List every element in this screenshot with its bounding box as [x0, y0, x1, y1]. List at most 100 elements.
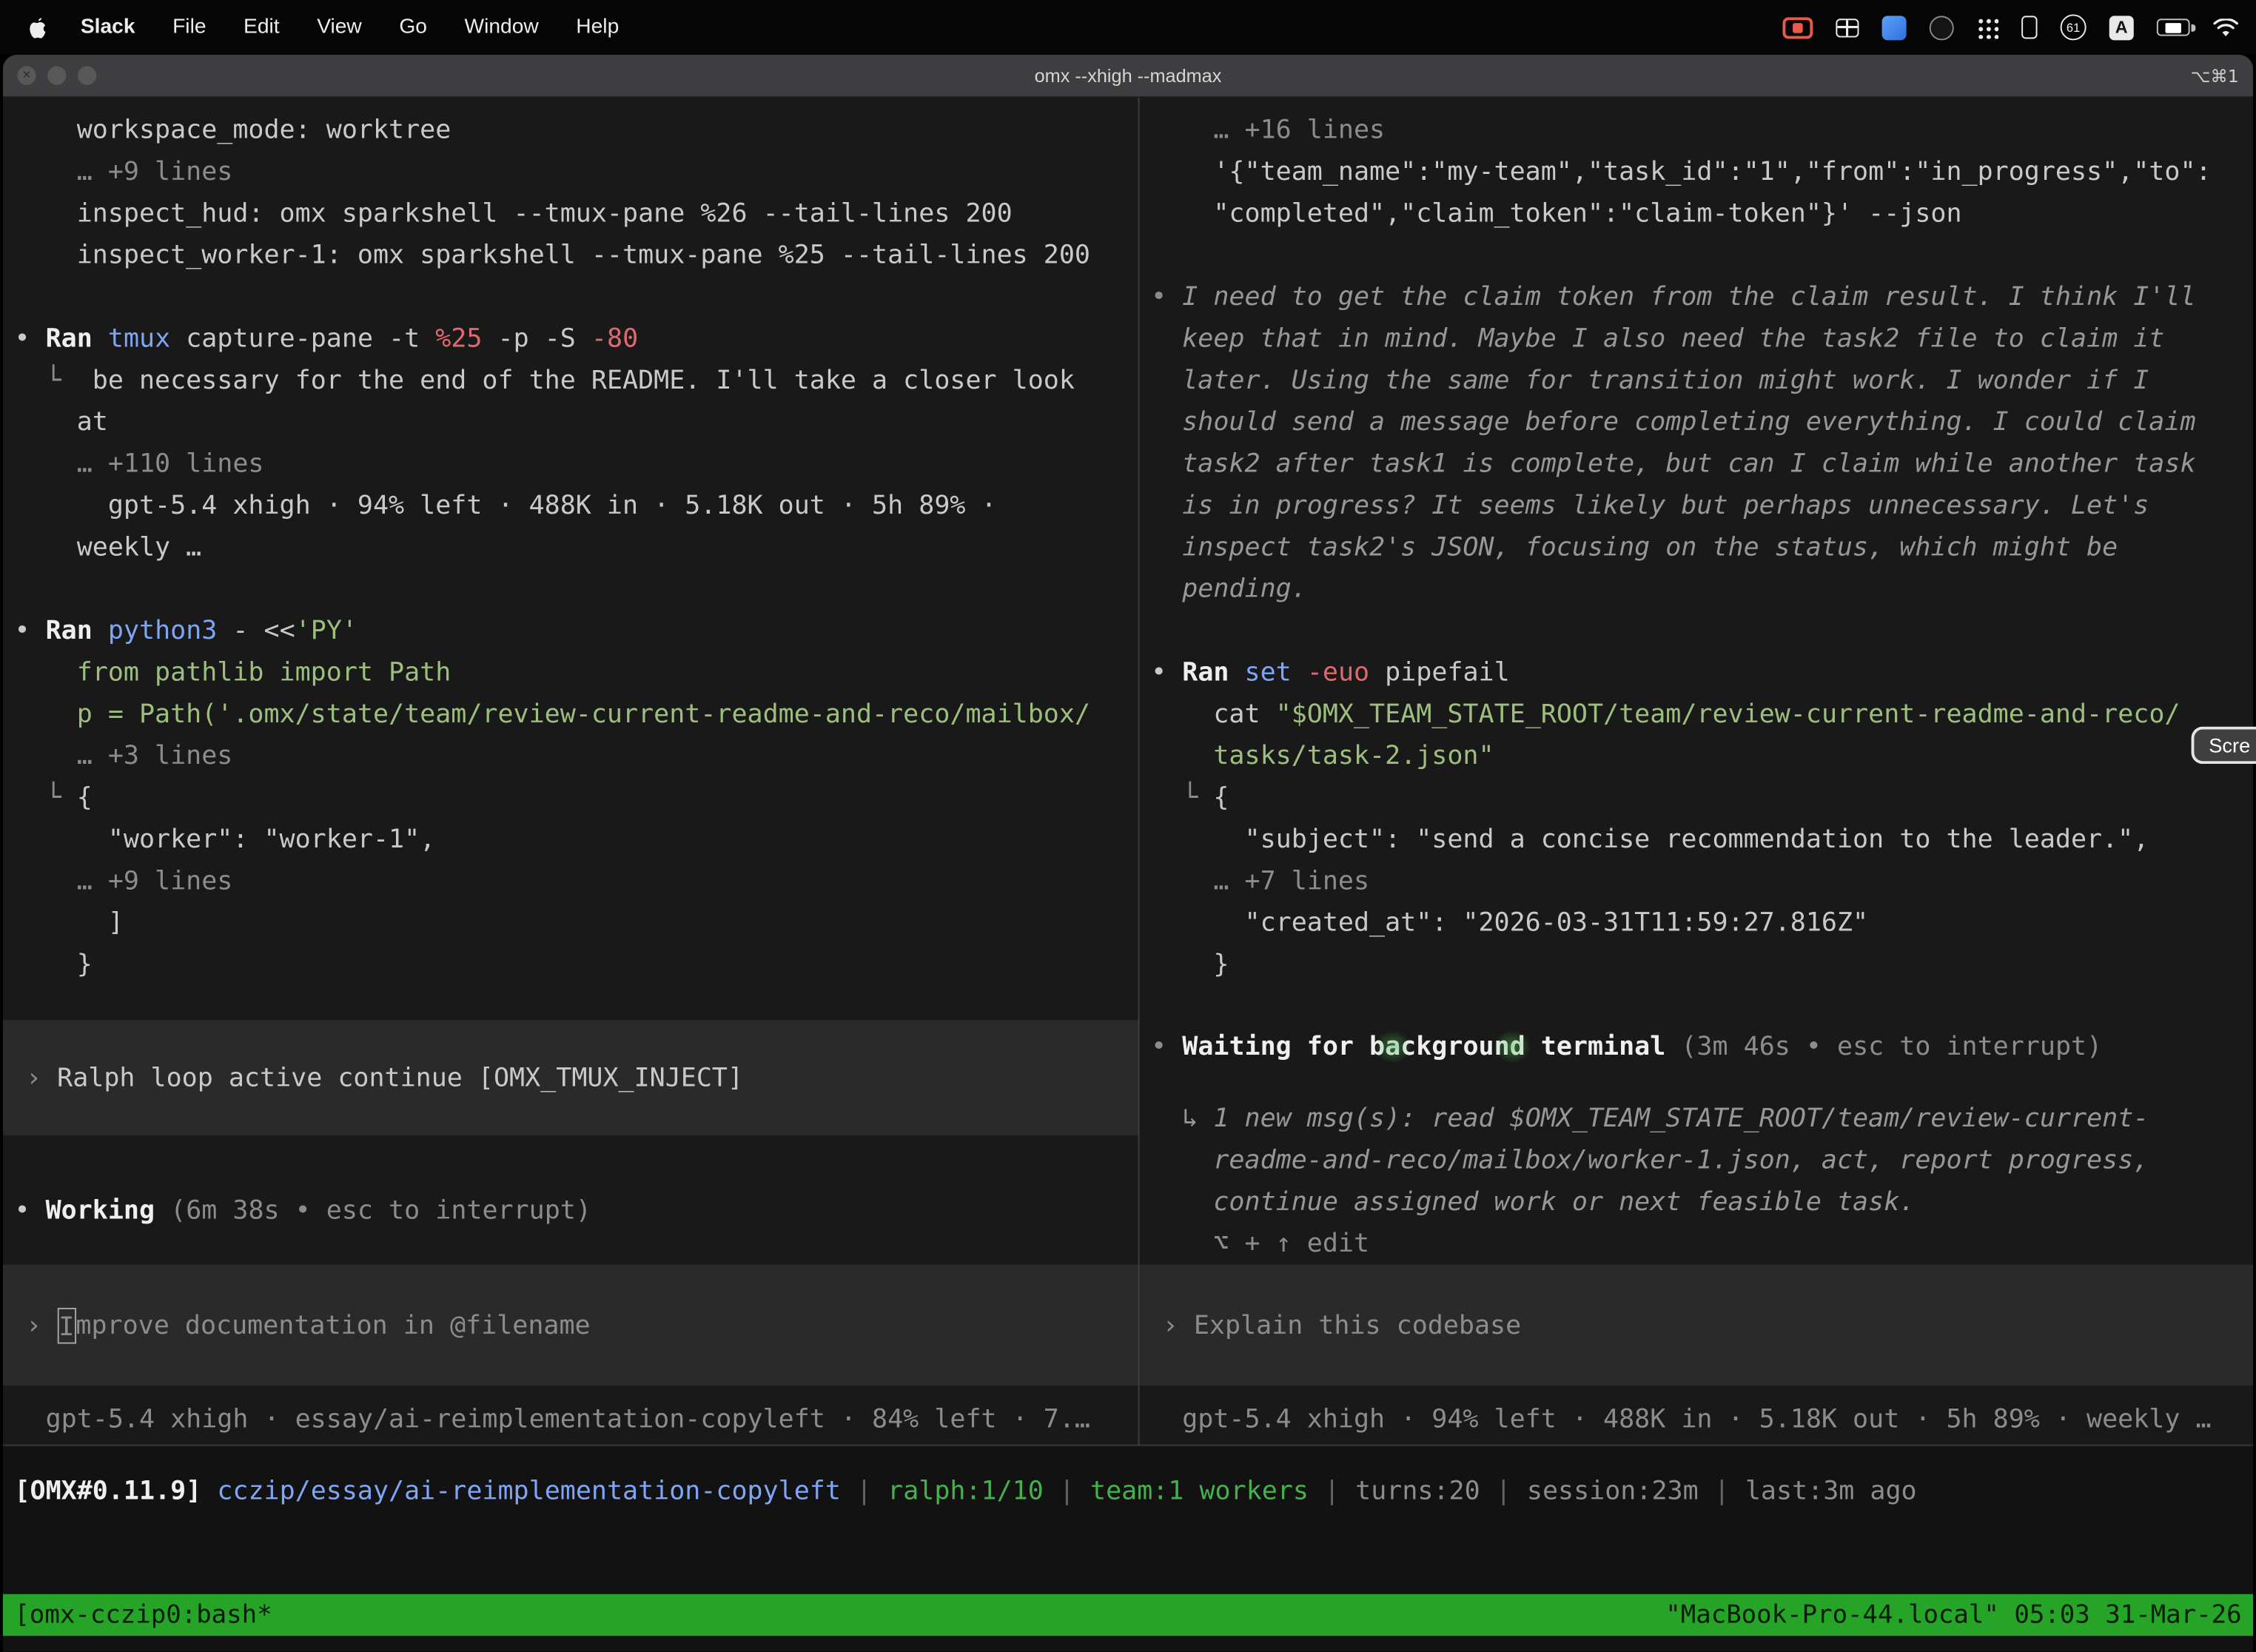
tool-output-line: at: [14, 401, 1138, 443]
tool-output-line: "worker": "worker-1",: [14, 819, 1138, 860]
mailbox-msg-line: readme-and-reco/mailbox/worker-1.json, a…: [1151, 1140, 2253, 1181]
pane-id-arg: %25: [435, 323, 482, 354]
waiting-status: • Waiting for background terminal (3m 46…: [1151, 1026, 2253, 1067]
heredoc-tag: 'PY': [295, 616, 357, 646]
omx-ralph-count: ralph:1/10: [887, 1476, 1044, 1506]
minimize-button[interactable]: [47, 66, 66, 84]
omx-status-line: [OMX#0.11.9] cczip/essay/ai-reimplementa…: [14, 1471, 1916, 1512]
output-text: {: [1213, 782, 1229, 813]
blank-line: [14, 568, 1138, 610]
menu-view[interactable]: View: [298, 16, 380, 38]
command-args: pipefail: [1385, 657, 1510, 688]
window-title: omx --xhigh --madmax: [1035, 64, 1222, 86]
collapsed-lines: … +9 lines: [14, 860, 1138, 901]
battery-percent-badge[interactable]: 61: [2061, 14, 2087, 40]
battery-fill: [2166, 22, 2181, 33]
terminal-window: × omx --xhigh --madmax ⌥⌘1 workspace_mod…: [3, 55, 2253, 1652]
bullet-icon: •: [1151, 657, 1182, 688]
menu-bar: Slack File Edit View Go Window Help 61 A: [0, 0, 2256, 55]
command-name: set: [1245, 657, 1307, 688]
screen-recording-indicator[interactable]: [1782, 16, 1813, 38]
output-corner-icon: └: [1151, 782, 1213, 813]
working-label: Working: [46, 1195, 171, 1226]
menu-edit[interactable]: Edit: [225, 16, 298, 38]
tmux-pane-left[interactable]: workspace_mode: worktree … +9 lines insp…: [3, 98, 1138, 1444]
collapsed-lines: … +110 lines: [14, 443, 1138, 485]
pane-bottom-separator: [3, 1445, 2253, 1446]
tool-output-line: gpt-5.4 xhigh · 94% left · 488K in · 5.1…: [14, 485, 1138, 526]
menu-bar-left: Slack File Edit View Go Window Help: [17, 16, 637, 38]
tool-output-line: └ be necessary for the end of the README…: [14, 360, 1138, 401]
menu-go[interactable]: Go: [380, 16, 446, 38]
output-corner-icon: └: [14, 782, 76, 813]
separator: |: [1309, 1476, 1355, 1506]
menu-window[interactable]: Window: [446, 16, 557, 38]
terminal-content: workspace_mode: worktree … +9 lines insp…: [3, 98, 2253, 1444]
composer-input[interactable]: › Explain this codebase: [1140, 1265, 2254, 1386]
thinking-text: I need to get the claim token from the c…: [1182, 282, 2195, 312]
dots-grid-icon[interactable]: [1977, 16, 1998, 38]
separator: |: [1480, 1476, 1527, 1506]
model-status-line: gpt-5.4 xhigh · essay/ai-reimplementatio…: [14, 1398, 1138, 1440]
waiting-info: (3m 46s • esc to interrupt): [1681, 1032, 2102, 1062]
app-icon-blue[interactable]: [1882, 15, 1907, 39]
keyboard-input-icon[interactable]: A: [2109, 15, 2134, 39]
mailbox-text: 1 new msg(s): read $OMX_TEAM_STATE_ROOT/…: [1213, 1104, 2149, 1134]
tool-output-line: }: [14, 944, 1138, 985]
close-button[interactable]: ×: [17, 66, 36, 84]
wifi-icon[interactable]: [2213, 18, 2239, 36]
tool-call-set: • Ran set -euo pipefail: [1151, 652, 2253, 694]
tool-output-line: "subject": "send a concise recommendatio…: [1151, 819, 2253, 860]
blank-line: [1151, 610, 2253, 651]
composer-input[interactable]: › Improve documentation in @filename: [3, 1265, 1138, 1386]
collapsed-lines: … +3 lines: [14, 735, 1138, 776]
app-menu-slack[interactable]: Slack: [62, 16, 154, 38]
record-dot-icon: [1793, 22, 1803, 33]
bullet-icon: •: [14, 323, 45, 354]
blank-line: [14, 276, 1138, 318]
zoom-button[interactable]: [78, 66, 96, 84]
menu-help[interactable]: Help: [557, 16, 638, 38]
screen-share-tooltip: Scre: [2192, 727, 2256, 765]
prompt-chevron-icon: ›: [26, 1063, 57, 1093]
battery-nub: [2192, 24, 2195, 31]
command-name: python3: [108, 616, 233, 646]
thinking-line: keep that in mind. Maybe I also need the…: [1151, 318, 2253, 360]
thinking-line: is in progress? It seems likely but perh…: [1151, 485, 2253, 526]
tool-output-line: └ {: [14, 777, 1138, 819]
thinking-line: • I need to get the claim token from the…: [1151, 276, 2253, 318]
tmux-status-bar: [omx-cczip0:bash*"MacBook-Pro-44.local" …: [3, 1594, 2253, 1636]
bullet-icon: •: [1151, 282, 1182, 312]
omx-branch: cczip/essay/ai-reimplementation-copyleft: [217, 1476, 841, 1506]
ran-label: Ran: [46, 616, 108, 646]
command-args: - <<: [232, 616, 295, 646]
inject-text: Ralph loop active continue [OMX_TMUX_INJ…: [57, 1063, 743, 1093]
working-info: (6m 38s • esc to interrupt): [170, 1195, 591, 1226]
tmux-pane-right[interactable]: … +16 lines '{"team_name":"my-team","tas…: [1140, 98, 2254, 1444]
desktop: Slack File Edit View Go Window Help 61 A…: [0, 0, 2256, 1652]
menu-file[interactable]: File: [154, 16, 225, 38]
tool-call-tmux: • Ran tmux capture-pane -t %25 -p -S -80: [14, 318, 1138, 360]
bullet-icon: •: [1151, 1032, 1182, 1062]
omx-last-activity: last:3m ago: [1745, 1476, 1917, 1506]
output-text: {: [77, 782, 93, 813]
separator: |: [1699, 1476, 1745, 1506]
window-titlebar[interactable]: × omx --xhigh --madmax ⌥⌘1: [3, 55, 2253, 98]
tool-output-line: weekly …: [14, 526, 1138, 568]
window-layout-icon[interactable]: [1836, 18, 1859, 36]
battery-icon[interactable]: [2157, 19, 2190, 36]
tool-output-line: }: [1151, 944, 2253, 985]
bullet-icon: •: [14, 1195, 45, 1226]
config-line: workspace_mode: worktree: [14, 110, 1138, 151]
apple-menu-icon[interactable]: [17, 16, 61, 38]
separator: |: [841, 1476, 887, 1506]
ran-label: Ran: [1182, 657, 1244, 688]
collapsed-lines: … +16 lines: [1151, 110, 2253, 151]
display-icon[interactable]: [2021, 16, 2037, 38]
collapsed-lines: … +7 lines: [1151, 860, 2253, 901]
app-icon-dark[interactable]: [1930, 15, 1954, 39]
working-status: • Working (6m 38s • esc to interrupt): [14, 1190, 1138, 1232]
command-args: -80: [591, 323, 638, 354]
command-args: -p -S: [482, 323, 591, 354]
inject-banner: › Ralph loop active continue [OMX_TMUX_I…: [3, 1020, 1138, 1135]
